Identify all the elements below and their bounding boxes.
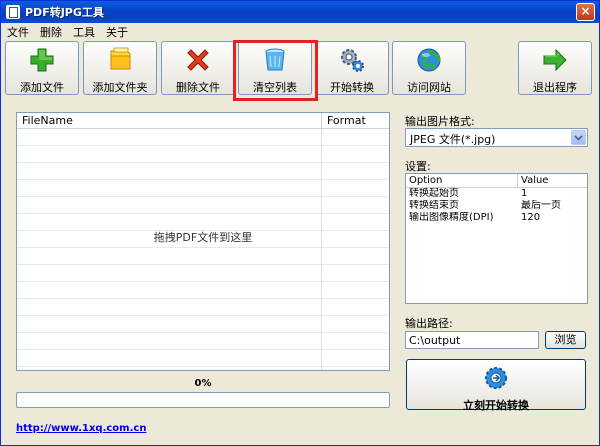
globe-icon [415,46,443,74]
browse-button[interactable]: 浏览 [545,331,586,349]
output-format-select[interactable]: JPEG 文件(*.jpg) [405,128,588,147]
plus-icon [28,46,56,74]
menu-tools[interactable]: 工具 [67,23,100,39]
column-format[interactable]: Format [322,113,389,128]
arrow-right-icon [541,46,569,74]
delete-x-icon [184,46,212,74]
visit-site-button[interactable]: 访问网站 [392,41,466,95]
file-list-header: FileName Format [17,113,389,129]
setting-value: 1 [521,188,528,199]
start-convert-label: 开始转换 [330,81,374,94]
settings-row[interactable]: 输出图像精度(DPI) 120 [406,212,587,224]
settings-header: Option Value [406,174,587,188]
setting-value: 最后一页 [521,200,561,211]
settings-row[interactable]: 转换结束页 最后一页 [406,200,587,212]
chevron-down-icon[interactable] [571,130,586,145]
visit-site-label: 访问网站 [407,81,451,94]
progress-label: 0% [194,378,212,389]
file-list-rows [17,129,389,370]
menu-file[interactable]: 文件 [1,23,34,39]
add-file-button[interactable]: 添加文件 [5,41,79,95]
settings-label: 设置: [405,160,431,173]
output-path-label: 输出路径: [405,317,453,330]
gears-icon [338,46,366,74]
bin-icon [261,46,289,74]
exit-program-button[interactable]: 退出程序 [518,41,592,95]
clear-list-label: 清空列表 [253,81,297,94]
clear-list-button[interactable]: 清空列表 [238,41,312,95]
start-conversion-label: 立刻开始转换 [463,399,529,412]
setting-value: 120 [521,212,541,223]
drop-hint: 拖拽PDF文件到这里 [153,231,253,244]
column-filename[interactable]: FileName [17,113,322,128]
output-format-label: 输出图片格式: [405,115,475,128]
start-convert-toolbar-button[interactable]: 开始转换 [315,41,389,95]
setting-option: 转换起始页 [409,188,459,199]
output-path-input[interactable]: C:\output [405,331,539,349]
website-link[interactable]: http://www.1xq.com.cn [16,423,146,434]
folder-icon [106,46,134,74]
add-file-label: 添加文件 [20,81,64,94]
setting-option: 输出图像精度(DPI) [409,212,494,223]
menu-bar: 文件 删除 工具 关于 [1,23,599,39]
column-option[interactable]: Option [406,174,518,187]
close-button[interactable]: × [576,3,595,21]
menu-delete[interactable]: 删除 [34,23,67,39]
column-value[interactable]: Value [518,174,587,187]
file-list[interactable]: FileName Format 拖拽PDF文件到这里 [16,112,390,371]
toolbar: 添加文件 添加文件夹 删除文件 清空列表 开始转换 访问网站 退出程序 [1,39,599,99]
column-divider [321,129,322,370]
settings-list[interactable]: Option Value 转换起始页 1 转换结束页 最后一页 输出图像精度(D… [405,173,588,304]
convert-gear-icon [483,365,509,394]
setting-option: 转换结束页 [409,200,459,211]
delete-file-label: 删除文件 [176,81,220,94]
delete-file-button[interactable]: 删除文件 [161,41,235,95]
menu-about[interactable]: 关于 [100,23,133,39]
output-format-value: JPEG 文件(*.jpg) [410,133,496,146]
exit-program-label: 退出程序 [533,81,577,94]
title-bar: PDF转JPG工具 × [1,1,599,23]
settings-row[interactable]: 转换起始页 1 [406,188,587,200]
app-icon [6,5,20,19]
app-window: PDF转JPG工具 × 文件 删除 工具 关于 添加文件 添加文件夹 删除文件 [0,0,600,446]
add-folder-button[interactable]: 添加文件夹 [83,41,157,95]
add-folder-label: 添加文件夹 [92,81,148,94]
start-conversion-button[interactable]: 立刻开始转换 [406,359,586,412]
progress-bar [16,392,390,408]
window-title: PDF转JPG工具 [25,6,104,19]
